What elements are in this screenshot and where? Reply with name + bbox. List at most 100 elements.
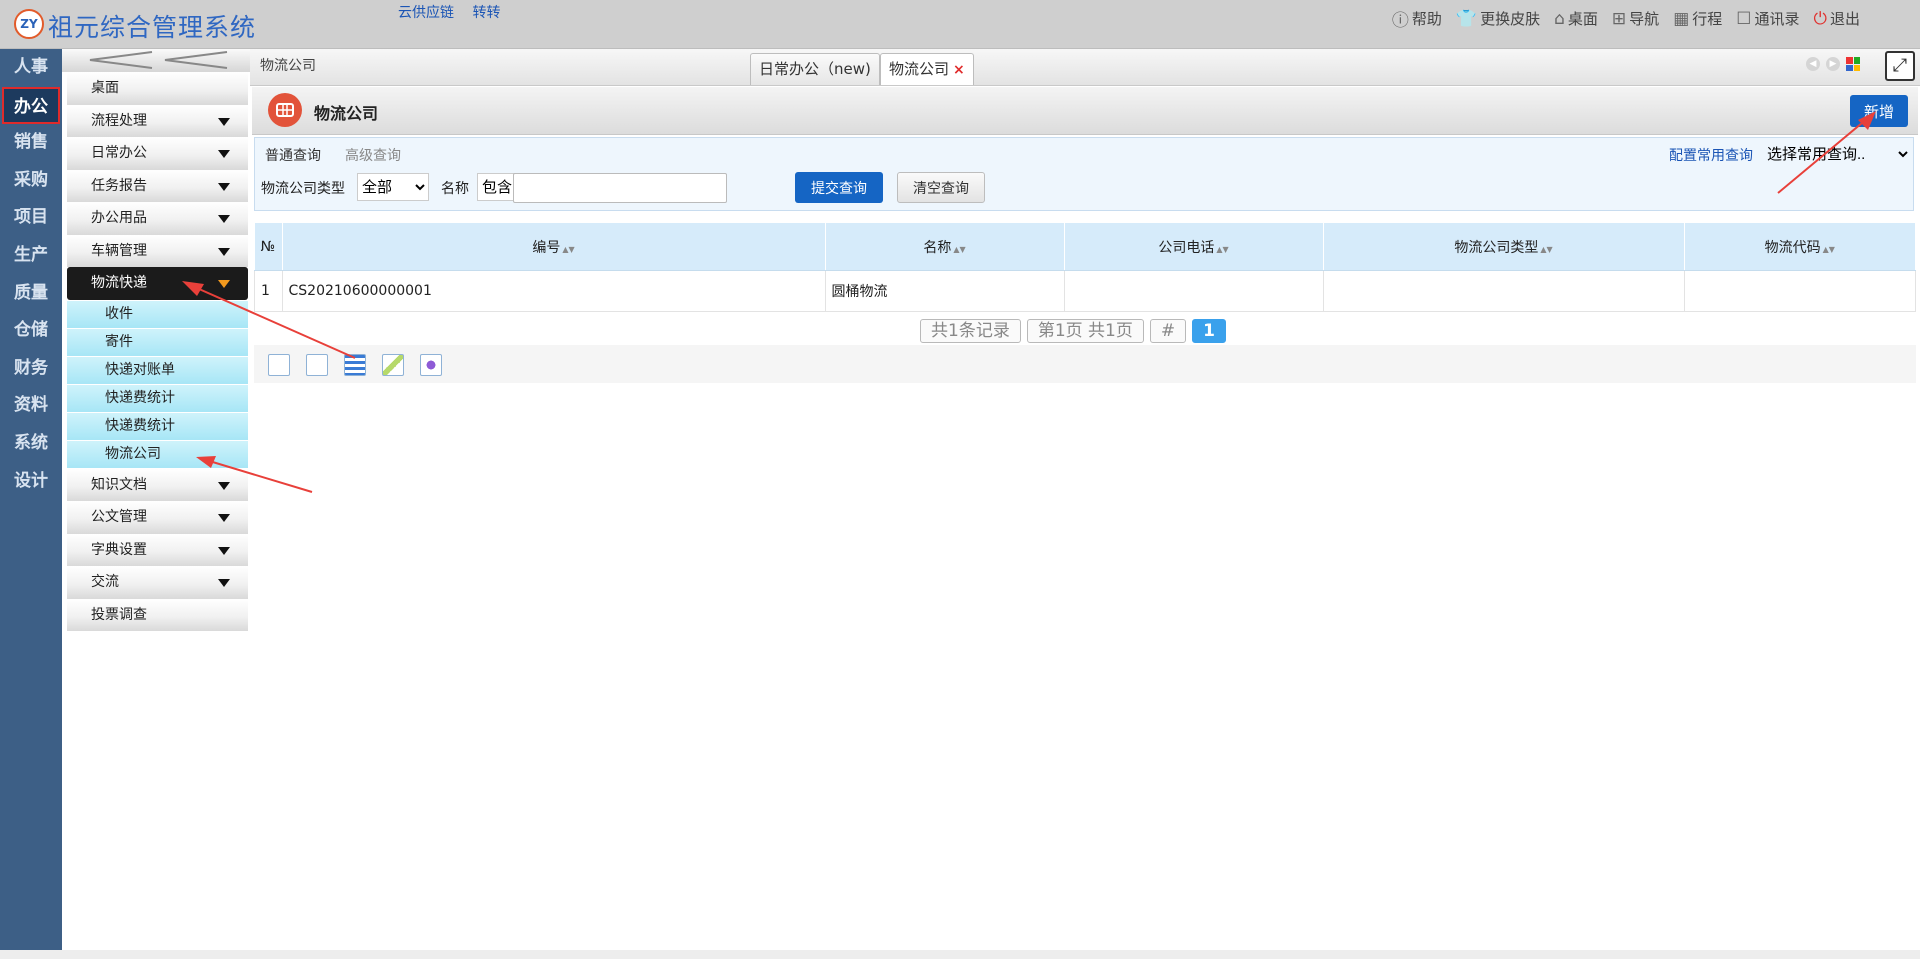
sub-item-logistics-company[interactable]: 物流公司 <box>67 440 248 468</box>
tab-normal-query[interactable]: 普通查询 <box>265 145 321 165</box>
caret-down-icon <box>218 215 230 223</box>
pager-jump[interactable]: # <box>1149 319 1187 343</box>
rail-item-sales[interactable]: 销售 <box>0 124 62 162</box>
navigation-button[interactable]: ⊞ 导航 <box>1612 6 1659 31</box>
settings-icon[interactable] <box>420 354 442 376</box>
sub-item-receive[interactable]: 收件 <box>67 300 248 328</box>
caret-down-icon <box>218 514 230 522</box>
export-icon[interactable] <box>306 354 328 376</box>
rail-item-office[interactable]: 办公 <box>2 86 60 125</box>
tab-daily-office[interactable]: 日常办公（new) <box>750 53 880 85</box>
help-icon: ⓘ <box>1391 11 1409 31</box>
calendar-icon: ▦ <box>1673 8 1690 29</box>
contacts-icon: ☐ <box>1736 8 1752 29</box>
rail-item-design[interactable]: 设计 <box>0 463 62 501</box>
sidebar-item-daily-office[interactable]: 日常办公 <box>67 137 248 170</box>
sub-item-fee-stats[interactable]: 快递费统计 <box>67 384 248 412</box>
sidebar-item-knowledge[interactable]: 知识文档 <box>67 468 248 501</box>
name-label: 名称 <box>441 181 469 197</box>
link-cloud-supply-chain[interactable]: 云供应链 <box>398 5 454 21</box>
sidebar-item-task-report[interactable]: 任务报告 <box>67 169 248 202</box>
cell-type <box>1322 270 1685 312</box>
rail-item-hr[interactable]: 人事 <box>0 49 62 87</box>
col-code[interactable]: 编号 ▲▼ <box>282 223 826 271</box>
change-skin-button[interactable]: 👕 更换皮肤 <box>1456 6 1540 31</box>
tab-nav: ◀ ▶ <box>1806 57 1860 71</box>
fullscreen-icon[interactable]: ⤢ <box>1885 51 1915 81</box>
select-all-icon[interactable] <box>268 354 290 376</box>
pager: 共1条记录 第1页 共1页 # 1 <box>920 319 1226 343</box>
caret-down-icon <box>218 247 230 256</box>
name-input[interactable] <box>513 173 727 203</box>
cell-phone <box>1063 270 1324 312</box>
sidebar-item-vehicles[interactable]: 车辆管理 <box>67 234 248 267</box>
rail-item-production[interactable]: 生产 <box>0 237 62 275</box>
main-content: 物流公司 日常办公（new) 物流公司 × ◀ ▶ ⤢ 物流公司 新增 普通查询 … <box>250 49 1920 959</box>
sidebar-item-office-supplies[interactable]: 办公用品 <box>67 202 248 235</box>
submit-query-button[interactable]: 提交查询 <box>795 172 883 203</box>
schedule-button[interactable]: ▦ 行程 <box>1673 6 1722 31</box>
common-query-select[interactable]: 选择常用查询.. <box>1763 142 1911 166</box>
rail-item-project[interactable]: 项目 <box>0 199 62 237</box>
type-select[interactable]: 全部 <box>357 173 429 201</box>
top-bar: ZY 祖元综合管理系统 云供应链 转转 ⓘ 帮助 👕 更换皮肤 ⌂ 桌面 ⊞ 导航 ▦ 行… <box>0 0 1920 49</box>
tab-next-icon[interactable]: ▶ <box>1826 57 1840 71</box>
sidebar-item-vote[interactable]: 投票调查 <box>67 598 248 631</box>
rail-item-system[interactable]: 系统 <box>0 425 62 463</box>
sidebar-item-desktop[interactable]: 桌面 <box>67 72 248 105</box>
col-type[interactable]: 物流公司类型 ▲▼ <box>1323 223 1685 271</box>
cell-index: 1 <box>254 270 283 312</box>
col-phone[interactable]: 公司电话 ▲▼ <box>1064 223 1324 271</box>
rail-item-quality[interactable]: 质量 <box>0 275 62 313</box>
add-button[interactable]: 新增 <box>1850 95 1908 127</box>
sub-item-fee-stats-2[interactable]: 快递费统计 <box>67 412 248 440</box>
sidebar-item-exchange[interactable]: 交流 <box>67 566 248 599</box>
query-panel: 普通查询 高级查询 配置常用查询 选择常用查询.. 物流公司类型 全部 名称 包… <box>254 137 1914 211</box>
tab-logistics-company[interactable]: 物流公司 × <box>880 53 974 85</box>
table-icon[interactable] <box>344 354 366 376</box>
caret-down-icon <box>218 117 230 126</box>
caret-down-icon <box>218 280 230 288</box>
tab-menu-icon[interactable] <box>1846 57 1860 71</box>
cell-name: 圆桶物流 <box>824 270 1065 312</box>
tab-advanced-query[interactable]: 高级查询 <box>345 145 401 165</box>
contacts-button[interactable]: ☐ 通讯录 <box>1736 6 1799 31</box>
rail-item-purchase[interactable]: 采购 <box>0 162 62 200</box>
col-name[interactable]: 名称 ▲▼ <box>825 223 1065 271</box>
help-button[interactable]: ⓘ 帮助 <box>1392 6 1442 31</box>
link-zhuanzhuan[interactable]: 转转 <box>472 5 500 21</box>
sub-item-send[interactable]: 寄件 <box>67 328 248 356</box>
sidebar-item-workflow[interactable]: 流程处理 <box>67 104 248 137</box>
sidebar-collapse-bar[interactable] <box>62 49 250 72</box>
logout-button[interactable]: ⏻ 退出 <box>1814 6 1860 31</box>
sidebar-item-dictionary[interactable]: 字典设置 <box>67 533 248 566</box>
clear-query-button[interactable]: 清空查询 <box>897 172 985 203</box>
top-links: 云供应链 转转 <box>398 2 514 22</box>
config-common-query-link[interactable]: 配置常用查询 <box>1669 145 1753 165</box>
table-row[interactable]: 1 CS20210600000001 圆桶物流 <box>254 270 1916 312</box>
page-title: 物流公司 <box>314 104 379 123</box>
grid-icon: ⊞ <box>1611 8 1627 29</box>
sub-item-statement[interactable]: 快递对账单 <box>67 356 248 384</box>
close-icon[interactable]: × <box>953 62 965 78</box>
sort-icon: ▲▼ <box>953 244 966 254</box>
col-logistics-code[interactable]: 物流代码 ▲▼ <box>1684 223 1916 271</box>
sidebar-item-logistics[interactable]: 物流快递 <box>67 267 248 300</box>
pager-current-page[interactable]: 1 <box>1192 319 1226 343</box>
caret-down-icon <box>218 481 230 490</box>
collapse-arrows-icon <box>89 51 228 69</box>
sort-icon: ▲▼ <box>562 244 575 254</box>
tab-prev-icon[interactable]: ◀ <box>1806 57 1820 71</box>
edit-icon[interactable] <box>382 354 404 376</box>
caret-down-icon <box>218 182 230 191</box>
table-header-row: № 编号 ▲▼ 名称 ▲▼ 公司电话 ▲▼ 物流公司类型 ▲▼ 物流代码 ▲▼ <box>254 223 1916 271</box>
rail-item-finance[interactable]: 财务 <box>0 350 62 388</box>
cell-code: CS20210600000001 <box>281 270 826 312</box>
sidebar-item-documents[interactable]: 公文管理 <box>67 501 248 534</box>
grid-toolbar <box>254 345 1916 383</box>
rail-item-data[interactable]: 资料 <box>0 387 62 425</box>
bottom-bar <box>0 950 1920 959</box>
sort-icon: ▲▼ <box>1540 244 1553 254</box>
desktop-button[interactable]: ⌂ 桌面 <box>1554 6 1598 31</box>
rail-item-warehouse[interactable]: 仓储 <box>0 312 62 350</box>
